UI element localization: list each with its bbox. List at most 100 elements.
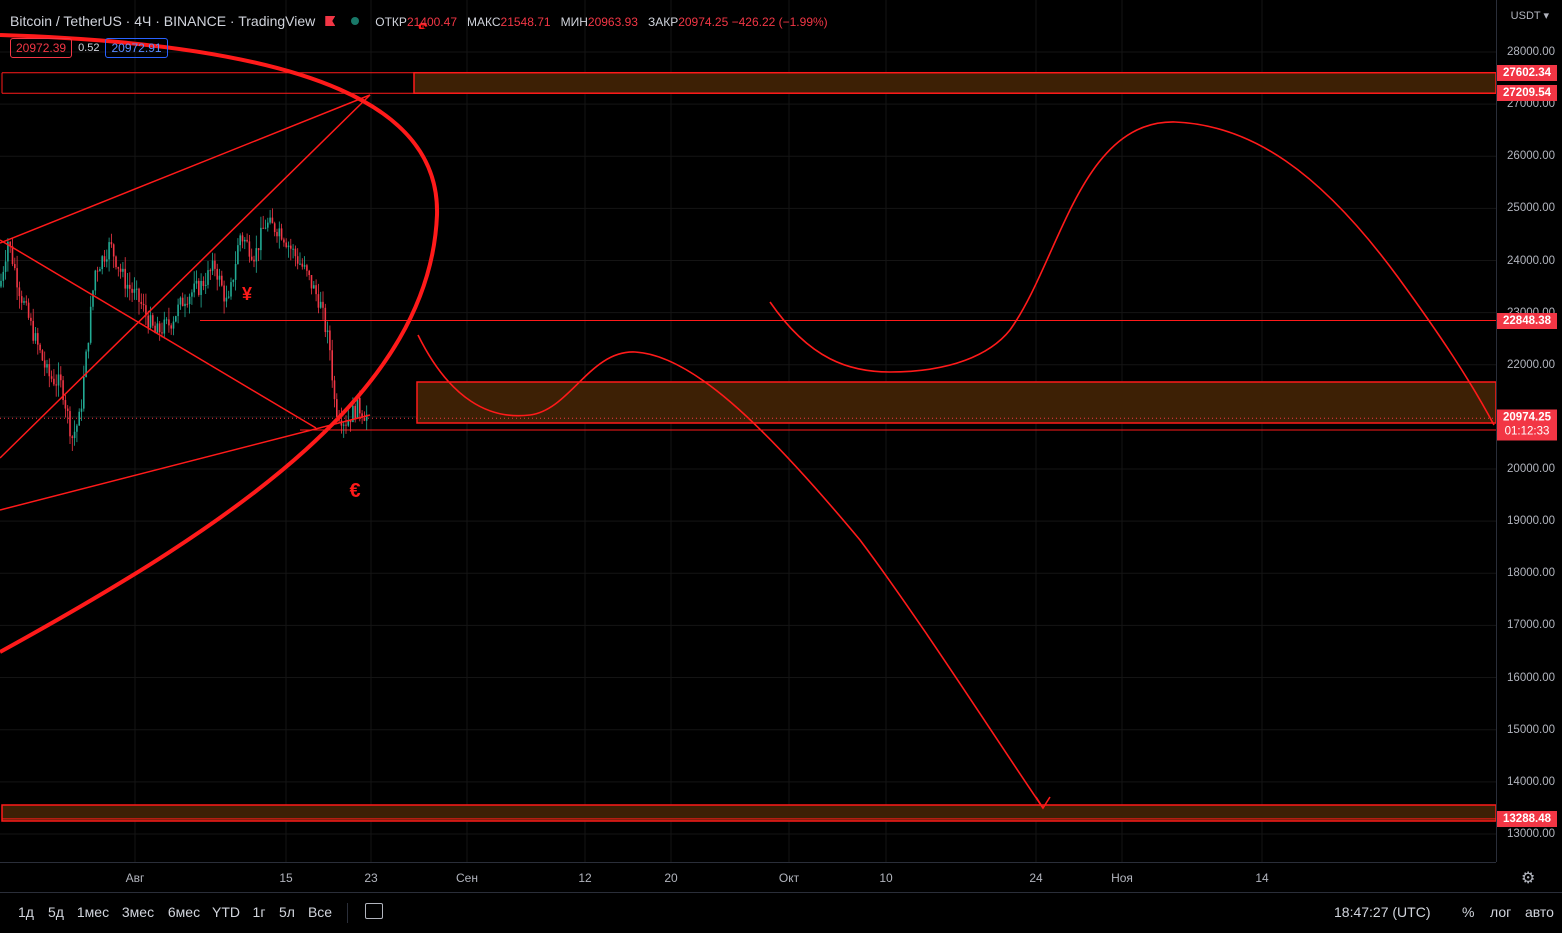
candle-body: [80, 408, 83, 412]
candle-body: [170, 325, 172, 329]
ohlc-value: 21548.71: [500, 15, 551, 29]
trend-line: [0, 94, 371, 459]
candle-body: [280, 228, 283, 240]
candle-body: [296, 256, 299, 264]
candle-body: [129, 284, 131, 289]
candle-body: [342, 424, 345, 426]
gear-icon[interactable]: ⚙: [1521, 868, 1535, 888]
y-tick-label: 24000.00: [1507, 254, 1555, 267]
candle-body: [317, 294, 320, 308]
candle-body: [119, 268, 122, 272]
candle-body: [276, 232, 278, 237]
candle-body: [46, 364, 48, 368]
timeframe-6[interactable]: 1г: [253, 904, 266, 920]
price-level-tag: 13288.48: [1497, 810, 1557, 827]
resistance-zone: [413, 71, 1496, 94]
percent-toggle[interactable]: %: [1462, 904, 1474, 920]
candle-body: [27, 302, 30, 318]
candle-body: [271, 217, 274, 224]
buy-price-button[interactable]: 20972.91: [105, 38, 168, 58]
candle-body: [324, 307, 327, 333]
candle-body: [234, 264, 237, 280]
candle-body: [214, 260, 216, 269]
candle-body: [71, 436, 74, 439]
candle-body: [278, 228, 281, 237]
candle-body: [225, 297, 228, 302]
price-candles: [0, 208, 368, 451]
candle-body: [198, 280, 200, 295]
x-tick-label: 12: [578, 871, 592, 885]
y-tick-label: 25000.00: [1507, 202, 1555, 215]
candle-body: [181, 297, 184, 307]
timeframe-4[interactable]: 6мес: [168, 904, 200, 920]
timeframe-7[interactable]: 5л: [279, 904, 295, 920]
symbol-legend: Bitcoin / TetherUS · 4Ч · BINANCE · Trad…: [10, 11, 838, 31]
sell-price-button[interactable]: 20972.39: [10, 38, 73, 58]
candle-body: [191, 292, 193, 297]
candle-body: [209, 270, 212, 272]
candle-body: [92, 290, 94, 307]
timeframe-5[interactable]: YTD: [212, 904, 240, 920]
candle-body: [11, 246, 14, 265]
candle-body: [313, 285, 315, 289]
candle-body: [273, 223, 276, 233]
y-tick-label: 18000.00: [1507, 567, 1555, 580]
candle-body: [363, 417, 366, 421]
candle-body: [200, 280, 202, 295]
candle-body: [218, 275, 221, 280]
y-tick-label: 15000.00: [1507, 723, 1555, 736]
candle-body: [227, 296, 230, 298]
candle-body: [216, 268, 218, 280]
ohlc-values: ОТКР21400.47 МАКС21548.71 МИН20963.93 ЗАКР2…: [375, 13, 837, 29]
time-axis[interactable]: Авг 15 23 Сен 12 20 Окт 10 24 Ноя 14: [0, 862, 1496, 893]
candle-body: [246, 239, 248, 242]
timeframe-0[interactable]: 1д: [18, 904, 34, 920]
candle-body: [117, 267, 120, 269]
candle-body: [50, 376, 53, 379]
candle-body: [184, 303, 186, 307]
ohlc-value: 20974.25 −426.22 (−1.99%): [678, 15, 828, 29]
last-price-tag: 20974.25 01:12:33: [1497, 409, 1557, 441]
candle-body: [32, 320, 34, 341]
auto-toggle[interactable]: авто: [1525, 904, 1554, 920]
candle-body: [163, 319, 166, 334]
candle-body: [319, 301, 322, 308]
chart-canvas[interactable]: ¥ € $: [0, 0, 1496, 862]
candle-body: [122, 268, 124, 272]
candle-body: [18, 287, 21, 297]
candle-body: [156, 323, 159, 333]
log-toggle[interactable]: лог: [1490, 904, 1511, 920]
forecast-path-up: [769, 121, 1495, 426]
calendar-range-icon[interactable]: [365, 903, 383, 919]
candle-body: [179, 297, 182, 305]
candle-body: [299, 263, 301, 265]
candle-body: [315, 285, 317, 295]
candle-body: [301, 263, 304, 267]
symbol-title[interactable]: Bitcoin / TetherUS · 4Ч · BINANCE · Trad…: [10, 13, 315, 29]
candle-body: [221, 275, 223, 286]
x-tick-label: 23: [364, 871, 378, 885]
candle-body: [124, 268, 126, 289]
candle-body: [14, 264, 16, 269]
timeframe-1[interactable]: 5д: [48, 904, 64, 920]
ohlc-label: МАКС: [467, 15, 501, 29]
candle-body: [172, 321, 175, 329]
candle-body: [89, 306, 92, 343]
currency-selector[interactable]: USDT ▾: [1511, 9, 1549, 22]
timeframe-2[interactable]: 1мес: [77, 904, 109, 920]
candle-body: [138, 288, 140, 302]
candle-body: [310, 275, 313, 289]
market-status-icon[interactable]: [351, 17, 360, 25]
x-tick-label: Сен: [456, 871, 478, 885]
timeframe-8[interactable]: Все: [308, 904, 332, 920]
candle-body: [331, 350, 333, 381]
flag-icon[interactable]: [325, 16, 336, 26]
x-tick-label: Авг: [125, 871, 145, 885]
candle-body: [241, 235, 244, 242]
clock[interactable]: 18:47:27 (UTC): [1334, 904, 1430, 920]
yen-symbol: ¥: [242, 284, 252, 304]
candle-body: [57, 374, 60, 386]
timeframe-3[interactable]: 3мес: [122, 904, 154, 920]
candle-body: [76, 425, 78, 432]
candle-body: [55, 384, 57, 386]
